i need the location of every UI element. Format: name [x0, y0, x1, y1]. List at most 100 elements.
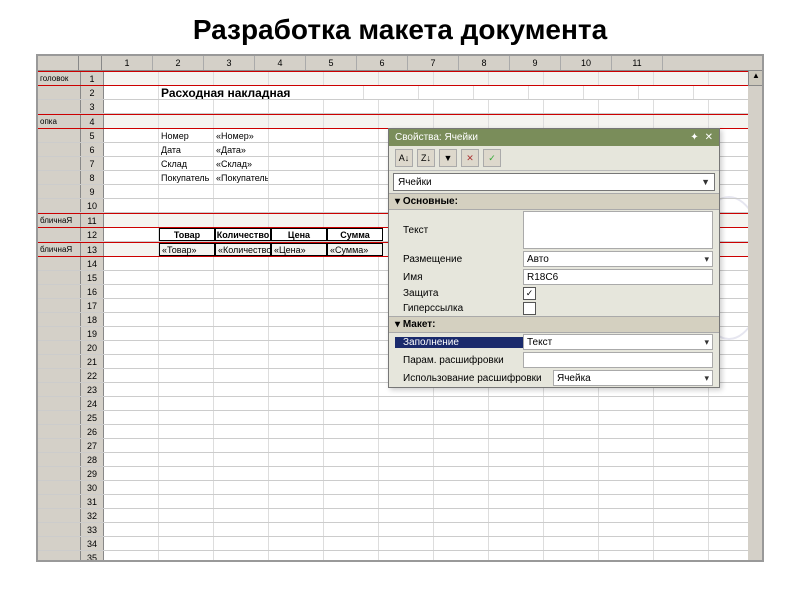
grid-cell[interactable]: [379, 551, 434, 562]
grid-cell[interactable]: [434, 425, 489, 438]
grid-cell[interactable]: [269, 453, 324, 466]
prop-use-decrypt-select[interactable]: Ячейка▾: [553, 370, 713, 386]
grid-cell[interactable]: [269, 115, 324, 128]
grid-cell[interactable]: [434, 72, 489, 85]
grid-cell[interactable]: [104, 257, 159, 270]
grid-cell[interactable]: [104, 214, 159, 227]
grid-cell[interactable]: [599, 72, 654, 85]
sort-asc-button[interactable]: A↓: [395, 149, 413, 167]
prop-protection-checkbox[interactable]: ✓: [523, 287, 536, 300]
grid-cell[interactable]: Дата: [159, 143, 214, 156]
grid-cell[interactable]: [269, 341, 324, 354]
grid-cell[interactable]: [159, 383, 214, 396]
row-number[interactable]: 25: [81, 411, 104, 424]
grid-cell[interactable]: [269, 425, 324, 438]
grid-cell[interactable]: [214, 214, 269, 227]
grid-cell[interactable]: [324, 143, 379, 156]
grid-cell[interactable]: [654, 115, 709, 128]
grid-cell[interactable]: [159, 397, 214, 410]
prop-text-input[interactable]: [523, 211, 713, 249]
grid-cell[interactable]: [104, 143, 159, 156]
grid-cell[interactable]: [544, 551, 599, 562]
row-number[interactable]: 21: [81, 355, 104, 368]
grid-cell[interactable]: [104, 271, 159, 284]
grid-cell[interactable]: [324, 199, 379, 212]
grid-cell[interactable]: [599, 467, 654, 480]
grid-cell[interactable]: [104, 327, 159, 340]
grid-cell[interactable]: [159, 257, 214, 270]
grid-cell[interactable]: [324, 383, 379, 396]
grid-cell[interactable]: [489, 509, 544, 522]
grid-cell[interactable]: [159, 327, 214, 340]
row-number[interactable]: 3: [81, 100, 104, 113]
panel-titlebar[interactable]: Свойства: Ячейки ✦ ✕: [389, 129, 719, 146]
prop-decrypt-input[interactable]: [523, 352, 713, 368]
grid-cell[interactable]: [269, 397, 324, 410]
grid-cell[interactable]: [104, 397, 159, 410]
row-number[interactable]: 4: [81, 115, 104, 128]
grid-cell[interactable]: [434, 439, 489, 452]
grid-cell[interactable]: [654, 481, 709, 494]
grid-cell[interactable]: [159, 285, 214, 298]
grid-cell[interactable]: [599, 495, 654, 508]
grid-cell[interactable]: [104, 509, 159, 522]
grid-cell[interactable]: [324, 369, 379, 382]
grid-cell[interactable]: [434, 453, 489, 466]
grid-cell[interactable]: [324, 523, 379, 536]
grid-cell[interactable]: Расходная накладная: [159, 86, 364, 99]
grid-cell[interactable]: [324, 72, 379, 85]
grid-cell[interactable]: [104, 495, 159, 508]
grid-cell[interactable]: [269, 523, 324, 536]
row-number[interactable]: 23: [81, 383, 104, 396]
grid-cell[interactable]: [654, 467, 709, 480]
grid-cell[interactable]: [214, 467, 269, 480]
grid-cell[interactable]: [269, 551, 324, 562]
grid-cell[interactable]: [379, 115, 434, 128]
grid-cell[interactable]: [654, 453, 709, 466]
grid-cell[interactable]: [544, 411, 599, 424]
grid-cell[interactable]: [269, 327, 324, 340]
column-header[interactable]: 11: [612, 56, 663, 70]
grid-cell[interactable]: [324, 355, 379, 368]
row-number[interactable]: 16: [81, 285, 104, 298]
row-number[interactable]: 30: [81, 481, 104, 494]
grid-cell[interactable]: [159, 341, 214, 354]
grid-cell[interactable]: [489, 397, 544, 410]
grid-cell[interactable]: [214, 299, 269, 312]
row-number[interactable]: 9: [81, 185, 104, 198]
grid-cell[interactable]: [434, 115, 489, 128]
grid-cell[interactable]: [159, 551, 214, 562]
grid-cell[interactable]: [104, 199, 159, 212]
grid-cell[interactable]: [214, 271, 269, 284]
grid-cell[interactable]: [214, 199, 269, 212]
grid-cell[interactable]: [214, 327, 269, 340]
row-number[interactable]: 22: [81, 369, 104, 382]
row-number[interactable]: 34: [81, 537, 104, 550]
grid-cell[interactable]: «Номер»: [214, 129, 269, 142]
grid-cell[interactable]: [269, 481, 324, 494]
row-number[interactable]: 14: [81, 257, 104, 270]
grid-cell[interactable]: [159, 509, 214, 522]
grid-cell[interactable]: [159, 495, 214, 508]
grid-cell[interactable]: [324, 100, 379, 113]
grid-cell[interactable]: «Дата»: [214, 143, 269, 156]
grid-cell[interactable]: [324, 299, 379, 312]
grid-cell[interactable]: [544, 509, 599, 522]
grid-cell[interactable]: [599, 425, 654, 438]
grid-cell[interactable]: [489, 115, 544, 128]
grid-cell[interactable]: [544, 115, 599, 128]
row-number[interactable]: 10: [81, 199, 104, 212]
grid-cell[interactable]: [379, 523, 434, 536]
grid-cell[interactable]: [104, 369, 159, 382]
grid-cell[interactable]: [269, 257, 324, 270]
grid-cell[interactable]: «Сумма»: [327, 243, 383, 256]
grid-cell[interactable]: [379, 537, 434, 550]
grid-cell[interactable]: [599, 115, 654, 128]
grid-cell[interactable]: [544, 453, 599, 466]
column-header[interactable]: 3: [204, 56, 255, 70]
row-number[interactable]: 1: [81, 72, 104, 85]
grid-cell[interactable]: [419, 86, 474, 99]
grid-cell[interactable]: [104, 228, 159, 241]
grid-cell[interactable]: [324, 397, 379, 410]
grid-cell[interactable]: [104, 383, 159, 396]
